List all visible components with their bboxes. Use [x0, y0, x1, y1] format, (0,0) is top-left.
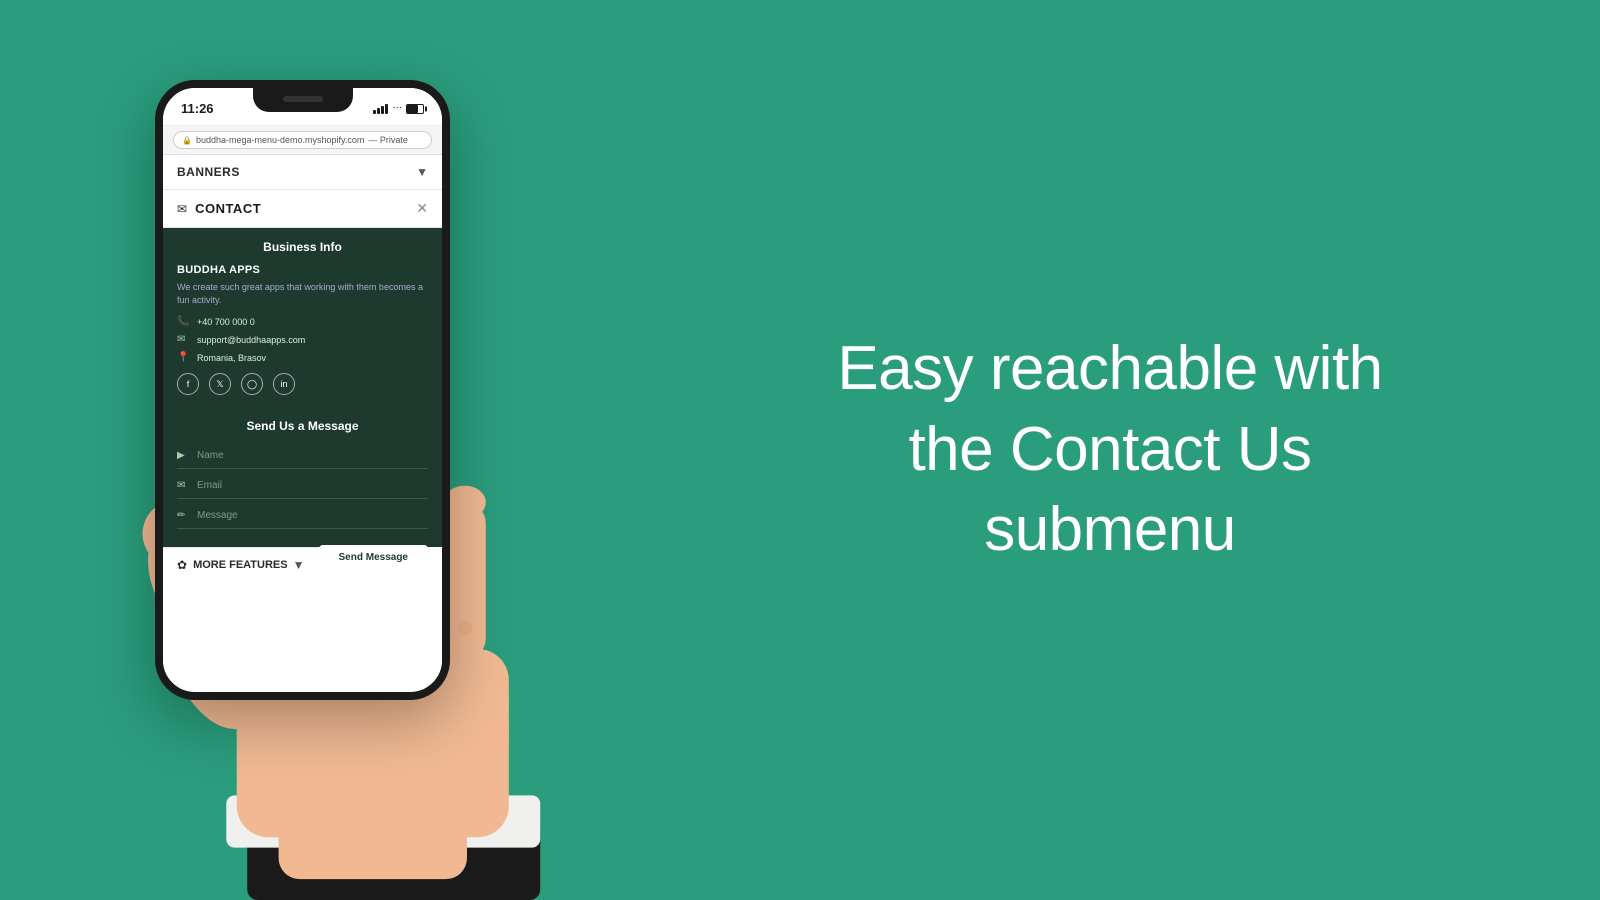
contact-header-left: ✉ CONTACT — [177, 201, 261, 216]
dark-panel: Business Info BUDDHA APPS We create such… — [163, 228, 442, 409]
tagline-line1: Easy reachable with — [837, 334, 1382, 403]
battery-fill — [407, 105, 418, 113]
more-features-label: MORE FEATURES — [193, 559, 288, 571]
signal-bar-1 — [373, 110, 376, 114]
close-button[interactable]: ✕ — [416, 200, 428, 217]
message-placeholder: Message — [197, 510, 238, 521]
contact-label: CONTACT — [195, 201, 261, 216]
email-form-icon: ✉ — [177, 480, 189, 491]
more-features-chevron-icon: ▼ — [293, 558, 305, 572]
send-message-button[interactable]: Send Message — [319, 545, 428, 570]
wifi-icon: ⋅⋅⋅ — [392, 103, 402, 114]
browser-bar: 🔒 buddha-mega-menu-demo.myshopify.com — … — [163, 126, 442, 155]
phone-icon: 📞 — [177, 316, 189, 327]
phone-notch — [253, 88, 353, 112]
tagline-text: Easy reachable with the Contact Us subme… — [837, 329, 1382, 571]
signal-bar-3 — [381, 106, 384, 114]
signal-bar-2 — [377, 108, 380, 114]
phone-icons: ⋅⋅⋅ — [373, 103, 424, 114]
phone-row: 📞 +40 700 000 0 — [177, 316, 428, 327]
location-row: 📍 Romania, Brasov — [177, 352, 428, 363]
more-features-left: ✿ MORE FEATURES — [177, 558, 288, 572]
signal-bars — [373, 104, 388, 114]
email-placeholder: Email — [197, 480, 222, 491]
email-icon: ✉ — [177, 334, 189, 345]
linkedin-icon[interactable]: in — [273, 373, 295, 395]
phone-number: +40 700 000 0 — [197, 317, 255, 327]
contact-header: ✉ CONTACT ✕ — [163, 190, 442, 228]
phone-frame: 11:26 ⋅⋅⋅ 🔒 buddha-mega-menu-demo.myshop… — [155, 80, 450, 700]
tagline-area: Easy reachable with the Contact Us subme… — [620, 269, 1600, 631]
more-features-row[interactable]: ✿ MORE FEATURES ▼ — [163, 547, 319, 582]
name-field-row: ▶ Name — [177, 443, 428, 469]
message-icon: ✏ — [177, 510, 189, 521]
battery-icon — [406, 104, 424, 114]
banners-row[interactable]: BANNERS ▼ — [163, 155, 442, 190]
location-text: Romania, Brasov — [197, 353, 266, 363]
email-row: ✉ support@buddhaapps.com — [177, 334, 428, 345]
facebook-icon[interactable]: f — [177, 373, 199, 395]
twitter-icon[interactable]: 𝕏 — [209, 373, 231, 395]
browser-url: 🔒 buddha-mega-menu-demo.myshopify.com — … — [173, 131, 432, 149]
phone-content: BANNERS ▼ ✉ CONTACT ✕ Business Info BUDD… — [163, 155, 442, 685]
send-message-title: Send Us a Message — [177, 419, 428, 433]
tagline-line3: submenu — [984, 495, 1236, 564]
social-row: f 𝕏 ◯ in — [177, 373, 428, 395]
email-address: support@buddhaapps.com — [197, 335, 305, 345]
send-message-section: Send Us a Message ▶ Name ✉ Email ✏ Messa… — [163, 409, 442, 547]
instagram-icon[interactable]: ◯ — [241, 373, 263, 395]
message-field-row: ✏ Message — [177, 503, 428, 529]
lock-icon: 🔒 — [182, 136, 192, 145]
phone-time: 11:26 — [181, 101, 214, 116]
company-description: We create such great apps that working w… — [177, 281, 428, 306]
gear-icon: ✿ — [177, 558, 187, 572]
name-placeholder: Name — [197, 450, 224, 461]
business-info-title: Business Info — [177, 240, 428, 254]
url-text: buddha-mega-menu-demo.myshopify.com — [196, 135, 364, 145]
location-icon: 📍 — [177, 352, 189, 363]
signal-bar-4 — [385, 104, 388, 114]
tagline-line2: the Contact Us — [908, 415, 1311, 484]
user-icon: ▶ — [177, 450, 189, 461]
email-field-row: ✉ Email — [177, 473, 428, 499]
speaker — [283, 96, 323, 102]
envelope-icon: ✉ — [177, 202, 187, 216]
url-suffix: — Private — [368, 135, 408, 145]
chevron-down-icon: ▼ — [416, 165, 428, 179]
company-name: BUDDHA APPS — [177, 264, 428, 276]
banners-label: BANNERS — [177, 165, 240, 179]
phone-area: 11:26 ⋅⋅⋅ 🔒 buddha-mega-menu-demo.myshop… — [0, 0, 620, 900]
